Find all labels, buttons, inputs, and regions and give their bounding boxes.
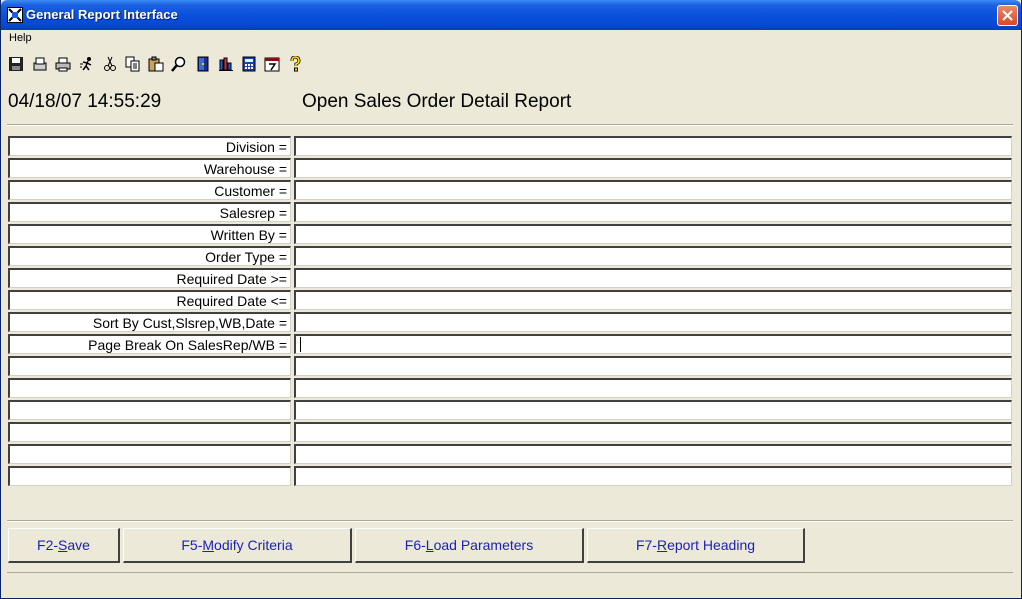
button-accelerator: S xyxy=(58,537,68,553)
criteria-value-field[interactable] xyxy=(294,422,1012,442)
menu-help[interactable]: Help xyxy=(9,32,32,44)
copy-icon xyxy=(125,56,140,72)
title-bar[interactable]: General Report Interface xyxy=(1,0,1021,30)
button-label-prefix: F7- xyxy=(635,537,657,553)
criteria-label: Warehouse = xyxy=(203,161,287,177)
criteria-value-field[interactable] xyxy=(294,268,1012,288)
toolbar-button-paste[interactable] xyxy=(145,53,167,75)
criteria-value-field[interactable] xyxy=(294,202,1012,222)
toolbar-button-cut[interactable] xyxy=(99,53,121,75)
text-caret xyxy=(300,337,301,352)
toolbar-button-calendar[interactable] xyxy=(261,53,283,75)
save-icon xyxy=(9,57,23,71)
criteria-label-cell: Order Type = xyxy=(8,246,291,266)
report-window: General Report Interface Help 04/18/07 1… xyxy=(0,0,1022,599)
calculator-icon xyxy=(242,56,256,72)
exit-door-icon xyxy=(197,56,209,72)
toolbar-button-chart[interactable] xyxy=(215,53,237,75)
criteria-value-field[interactable] xyxy=(294,444,1012,464)
criteria-value-field[interactable] xyxy=(294,466,1012,486)
app-icon xyxy=(7,7,23,23)
button-accelerator: R xyxy=(656,537,668,553)
calendar-icon xyxy=(264,57,280,72)
toolbar-button-find[interactable] xyxy=(168,53,190,75)
criteria-value-field[interactable] xyxy=(294,158,1012,178)
criteria-label-cell: Written By = xyxy=(8,224,291,244)
separator xyxy=(7,124,1013,126)
toolbar-button-help[interactable] xyxy=(284,53,306,75)
menu-bar: Help xyxy=(1,30,1021,48)
report-datetime: 04/18/07 14:55:29 xyxy=(8,91,162,112)
criteria-label-cell: Salesrep = xyxy=(8,202,291,222)
criteria-label: Order Type = xyxy=(205,249,287,265)
button-label-rest: odify Criteria xyxy=(214,537,293,553)
criteria-label-cell: Division = xyxy=(8,136,291,156)
criteria-value-field[interactable] xyxy=(294,356,1012,376)
button-label-rest: oad Parameters xyxy=(433,537,534,553)
criteria-label-cell: Page Break On SalesRep/WB = xyxy=(8,334,291,354)
criteria-value-field[interactable] xyxy=(294,290,1012,310)
window-title: General Report Interface xyxy=(26,7,178,22)
criteria-label: Division = xyxy=(225,139,287,155)
separator xyxy=(7,520,1013,522)
button-accelerator: L xyxy=(425,537,434,553)
criteria-label-cell: Required Date <= xyxy=(8,290,291,310)
button-accelerator: M xyxy=(202,537,215,553)
criteria-value-field[interactable] xyxy=(294,312,1012,332)
criteria-value-field[interactable] xyxy=(294,334,1012,354)
modify-criteria-button[interactable]: F5-Modify Criteria xyxy=(123,528,352,563)
close-button[interactable] xyxy=(997,5,1018,26)
help-icon xyxy=(290,56,301,72)
criteria-value-field[interactable] xyxy=(294,378,1012,398)
criteria-label: Required Date >= xyxy=(176,271,287,287)
toolbar-button-exit-door[interactable] xyxy=(192,53,214,75)
load-parameters-button[interactable]: F6-Load Parameters xyxy=(355,528,584,563)
criteria-label-cell xyxy=(8,422,291,442)
toolbar-button-copy[interactable] xyxy=(122,53,144,75)
criteria-value-field[interactable] xyxy=(294,246,1012,266)
criteria-label: Page Break On SalesRep/WB = xyxy=(88,337,287,353)
run-icon xyxy=(80,57,92,71)
criteria-label-cell: Required Date >= xyxy=(8,268,291,288)
criteria-label: Customer = xyxy=(214,183,287,199)
status-bar xyxy=(7,572,1013,593)
report-title: Open Sales Order Detail Report xyxy=(302,91,572,112)
printer-icon xyxy=(55,57,71,72)
criteria-label-cell xyxy=(8,400,291,420)
toolbar-button-printer[interactable] xyxy=(52,53,74,75)
criteria-value-field[interactable] xyxy=(294,400,1012,420)
close-icon xyxy=(1002,10,1013,21)
criteria-label-cell xyxy=(8,356,291,376)
toolbar-button-print-preview[interactable] xyxy=(29,53,51,75)
button-label-rest: eport Heading xyxy=(667,537,756,553)
find-icon xyxy=(171,56,186,72)
toolbar-button-calculator[interactable] xyxy=(238,53,260,75)
button-label-prefix: F5- xyxy=(181,537,203,553)
criteria-label-cell xyxy=(8,378,291,398)
criteria-label-cell: Sort By Cust,Slsrep,WB,Date = xyxy=(8,312,291,332)
criteria-value-field[interactable] xyxy=(294,180,1012,200)
toolbar-button-save[interactable] xyxy=(5,53,27,75)
criteria-label: Required Date <= xyxy=(176,293,287,309)
chart-icon xyxy=(219,57,233,71)
criteria-label-cell: Warehouse = xyxy=(8,158,291,178)
save-button[interactable]: F2-Save xyxy=(8,528,120,563)
print-preview-icon xyxy=(33,57,47,71)
toolbar-button-run[interactable] xyxy=(76,53,98,75)
cut-icon xyxy=(104,56,116,71)
paste-icon xyxy=(148,56,164,72)
criteria-label-cell xyxy=(8,466,291,486)
report-heading-button[interactable]: F7-Report Heading xyxy=(587,528,805,563)
criteria-label: Salesrep = xyxy=(219,205,287,221)
criteria-label: Written By = xyxy=(210,227,287,243)
button-label-rest: ave xyxy=(67,537,90,553)
criteria-label-cell xyxy=(8,444,291,464)
criteria-value-field[interactable] xyxy=(294,136,1012,156)
button-label-prefix: F2- xyxy=(37,537,59,553)
button-label-prefix: F6- xyxy=(404,537,426,553)
criteria-value-field[interactable] xyxy=(294,224,1012,244)
criteria-label: Sort By Cust,Slsrep,WB,Date = xyxy=(92,315,287,331)
criteria-label-cell: Customer = xyxy=(8,180,291,200)
